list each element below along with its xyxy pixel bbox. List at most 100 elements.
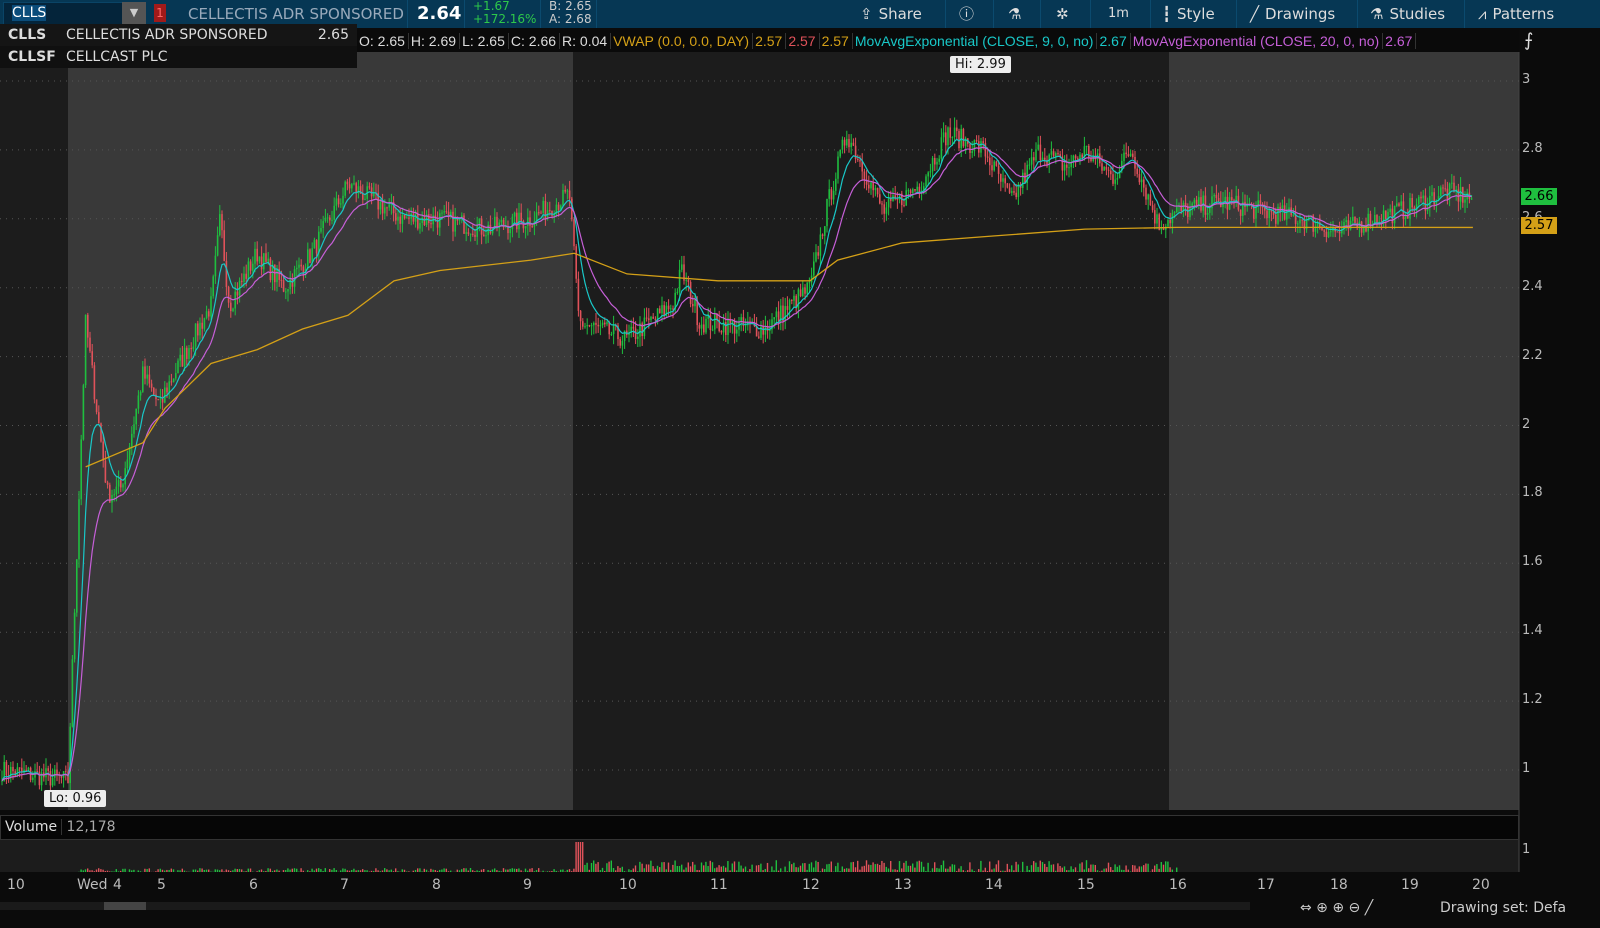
volume-bar: [375, 868, 377, 872]
volume-bar: [1127, 869, 1129, 872]
volume-bar: [991, 869, 993, 872]
candle-body: [1167, 219, 1169, 227]
candle-body: [1103, 166, 1105, 171]
drawing-set-label[interactable]: Drawing set: Defa: [1440, 900, 1566, 916]
share-button[interactable]: ⇪ Share: [860, 0, 922, 28]
volume-bar: [775, 860, 777, 872]
candle-body: [650, 316, 652, 321]
candle-body: [597, 324, 599, 327]
suggestion-item[interactable]: CLLS CELLECTIS ADR SPONSORED 2.65: [0, 24, 357, 46]
volume-bar: [535, 870, 538, 872]
zoom-controls[interactable]: ⇔ ⊕ ⊕ ⊖ ╱: [1300, 900, 1373, 916]
volume-bar: [689, 866, 692, 872]
patterns-button[interactable]: ⩘ Patterns: [1478, 0, 1554, 28]
volume-bar: [309, 871, 311, 872]
candle-body: [115, 486, 118, 495]
vwap-price-tag: 2.57: [1521, 217, 1557, 234]
volume-bar: [98, 868, 100, 872]
candle-body: [1396, 203, 1398, 206]
volume-bar: [1121, 869, 1123, 872]
candle-body: [320, 227, 322, 232]
candle-body: [784, 306, 786, 322]
volume-bar: [1092, 864, 1094, 872]
candle-body: [1063, 164, 1066, 171]
settings-button[interactable]: ✲: [1056, 0, 1069, 28]
volume-bar: [593, 860, 595, 872]
volume-bar: [648, 864, 650, 872]
flask-button[interactable]: ⚗: [1008, 0, 1021, 28]
volume-bar: [1079, 863, 1081, 872]
candle-body: [282, 280, 285, 292]
volume-bar: [124, 868, 126, 872]
candle-body: [406, 217, 408, 219]
candle-body: [269, 258, 272, 281]
candle-body: [1195, 199, 1198, 206]
candle-body: [872, 182, 874, 191]
candle-body: [1323, 230, 1325, 232]
volume-bar: [260, 869, 263, 872]
volume-bar: [865, 860, 868, 872]
candle-body: [254, 248, 256, 264]
candle-body: [1459, 187, 1462, 202]
interval-button[interactable]: 1m: [1108, 0, 1129, 28]
volume-bar: [465, 868, 467, 872]
legend-range: R: 0.04: [560, 33, 612, 49]
drawings-button[interactable]: ╱ Drawings: [1250, 0, 1335, 28]
candle-body: [1462, 187, 1464, 203]
candle-body: [1400, 201, 1402, 206]
candle-body: [828, 189, 830, 199]
candle-body: [285, 291, 287, 293]
alert-badge[interactable]: 1: [154, 4, 166, 22]
volume-bar: [513, 868, 516, 872]
volume-bar: [1167, 861, 1169, 872]
volume-bar: [527, 870, 529, 872]
style-button[interactable]: ┇ Style: [1162, 0, 1215, 28]
time-tick: 14: [985, 877, 1003, 893]
candle-body: [1327, 231, 1330, 238]
price-tick: 1: [1522, 761, 1531, 776]
volume-bar: [340, 870, 342, 872]
candle-body: [403, 214, 406, 219]
volume-bar: [533, 871, 535, 872]
candle-body: [1422, 195, 1424, 199]
studies-button[interactable]: ⚗ Studies: [1370, 0, 1445, 28]
volume-bar: [177, 870, 179, 872]
candle-body: [1039, 144, 1042, 161]
candle-body: [1200, 197, 1202, 211]
volume-bar: [1070, 866, 1072, 872]
chart-settings-icon[interactable]: ⨍: [1524, 30, 1533, 51]
candle-body: [1266, 210, 1268, 219]
volume-bar: [696, 869, 698, 872]
volume-bar: [199, 868, 201, 872]
volume-bar: [912, 863, 914, 872]
candle-body: [1147, 194, 1149, 200]
price-chart[interactable]: [0, 52, 1600, 872]
candle-body: [1110, 170, 1112, 175]
volume-bar: [863, 865, 865, 872]
symbol-dropdown-button[interactable]: ▼: [122, 2, 146, 24]
candle-body: [280, 279, 283, 281]
candle-body: [300, 264, 302, 267]
volume-bar: [456, 869, 458, 872]
volume-bar: [744, 866, 747, 872]
candle-body: [703, 324, 705, 333]
status-bar: ⇔ ⊕ ⊕ ⊖ ╱ Drawing set: Defa: [0, 900, 1600, 928]
candle-body: [12, 766, 14, 772]
legend-open: O: 2.65: [357, 33, 409, 49]
volume-bar: [711, 862, 714, 872]
volume-bar: [681, 864, 683, 872]
volume-bar: [898, 861, 901, 872]
volume-bar: [791, 864, 793, 872]
volume-bar: [315, 868, 318, 872]
info-button[interactable]: ⓘ: [959, 0, 974, 28]
volume-bar: [914, 867, 916, 872]
suggestion-item[interactable]: CLLSF CELLCAST PLC: [0, 46, 357, 68]
volume-bar: [938, 868, 940, 872]
candle-body: [474, 234, 476, 237]
volume-bar: [964, 871, 967, 872]
horizontal-scrollbar[interactable]: [0, 902, 1250, 910]
volume-bar: [971, 869, 973, 872]
volume-bar: [342, 868, 344, 872]
volume-bar: [575, 842, 577, 872]
candle-body: [929, 171, 932, 173]
